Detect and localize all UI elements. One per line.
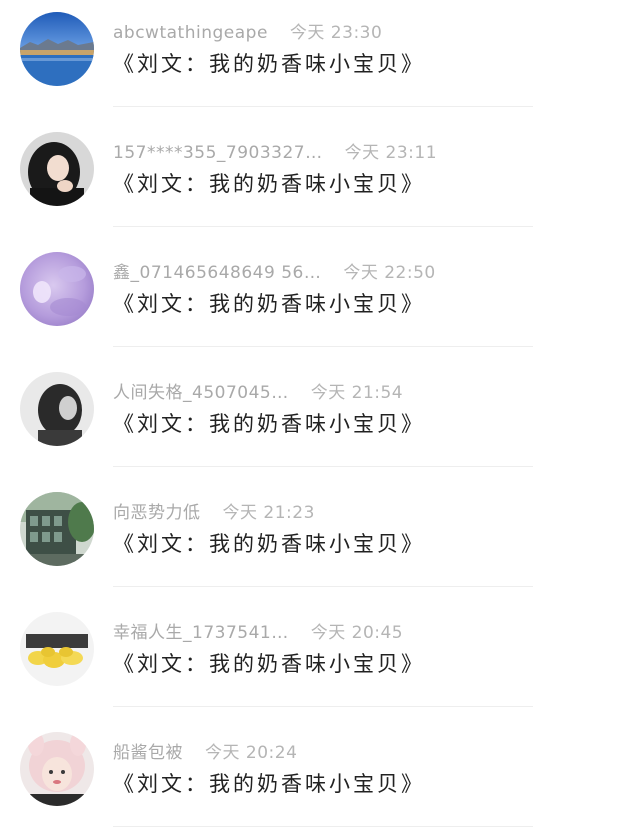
comment-meta: 幸福人生_1737541… 今天 20:45: [113, 618, 403, 643]
divider: [113, 466, 533, 467]
comment-meta: 人间失格_4507045… 今天 21:54: [113, 378, 403, 403]
username[interactable]: abcwtathingeape: [113, 23, 268, 43]
avatar-purple-moon-icon[interactable]: [20, 252, 94, 326]
comment-row[interactable]: abcwtathingeape 今天 23:30 《刘文：我的奶香味小宝贝》: [0, 0, 640, 119]
comment-meta: 向恶势力低 今天 21:23: [113, 498, 315, 523]
comment-text: 《刘文：我的奶香味小宝贝》: [113, 532, 425, 556]
comment-text: 《刘文：我的奶香味小宝贝》: [113, 412, 425, 436]
timestamp: 今天 23:30: [289, 23, 383, 43]
username[interactable]: 幸福人生_1737541…: [113, 623, 289, 643]
divider: [113, 586, 533, 587]
timestamp: 今天 21:54: [310, 383, 404, 403]
comment-text: 《刘文：我的奶香味小宝贝》: [113, 772, 425, 796]
comment-row[interactable]: 船酱包被 今天 20:24 《刘文：我的奶香味小宝贝》: [0, 720, 640, 839]
divider: [113, 226, 533, 227]
username[interactable]: 人间失格_4507045…: [113, 383, 289, 403]
comment-meta: 船酱包被 今天 20:24: [113, 738, 297, 763]
comment-list: abcwtathingeape 今天 23:30 《刘文：我的奶香味小宝贝》 15…: [0, 0, 640, 833]
comment-text: 《刘文：我的奶香味小宝贝》: [113, 652, 425, 676]
divider: [113, 826, 533, 827]
username[interactable]: 157****355_7903327…: [113, 143, 323, 163]
timestamp: 今天 20:24: [205, 743, 298, 763]
divider: [113, 106, 533, 107]
comment-row[interactable]: 向恶势力低 今天 21:23 《刘文：我的奶香味小宝贝》: [0, 480, 640, 599]
comment-row[interactable]: 幸福人生_1737541… 今天 20:45 《刘文：我的奶香味小宝贝》: [0, 600, 640, 719]
timestamp: 今天 20:45: [310, 623, 404, 643]
username[interactable]: 向恶势力低: [113, 503, 201, 523]
divider: [113, 346, 533, 347]
comment-row[interactable]: 鑫_071465648649 56… 今天 22:50 《刘文：我的奶香味小宝贝》: [0, 240, 640, 359]
avatar-girl-bunny-hat-icon[interactable]: [20, 732, 94, 806]
timestamp: 今天 21:23: [222, 503, 315, 523]
timestamp: 今天 22:50: [343, 263, 436, 283]
divider: [113, 706, 533, 707]
username[interactable]: 鑫_071465648649 56…: [113, 263, 321, 283]
avatar-lake-mountain-icon[interactable]: [20, 12, 94, 86]
avatar-yellow-flowers-icon[interactable]: [20, 612, 94, 686]
comment-text: 《刘文：我的奶香味小宝贝》: [113, 172, 425, 196]
comment-text: 《刘文：我的奶香味小宝贝》: [113, 292, 425, 316]
comment-row[interactable]: 157****355_7903327… 今天 23:11 《刘文：我的奶香味小宝贝…: [0, 120, 640, 239]
comment-meta: 157****355_7903327… 今天 23:11: [113, 138, 437, 163]
avatar-bw-portrait-icon[interactable]: [20, 372, 94, 446]
avatar-girl-dark-hair-icon[interactable]: [20, 132, 94, 206]
username[interactable]: 船酱包被: [113, 743, 183, 763]
timestamp: 今天 23:11: [344, 143, 438, 163]
comment-meta: 鑫_071465648649 56… 今天 22:50: [113, 258, 436, 283]
comment-text: 《刘文：我的奶香味小宝贝》: [113, 52, 425, 76]
avatar-building-trees-icon[interactable]: [20, 492, 94, 566]
comment-meta: abcwtathingeape 今天 23:30: [113, 18, 382, 43]
comment-row[interactable]: 人间失格_4507045… 今天 21:54 《刘文：我的奶香味小宝贝》: [0, 360, 640, 479]
